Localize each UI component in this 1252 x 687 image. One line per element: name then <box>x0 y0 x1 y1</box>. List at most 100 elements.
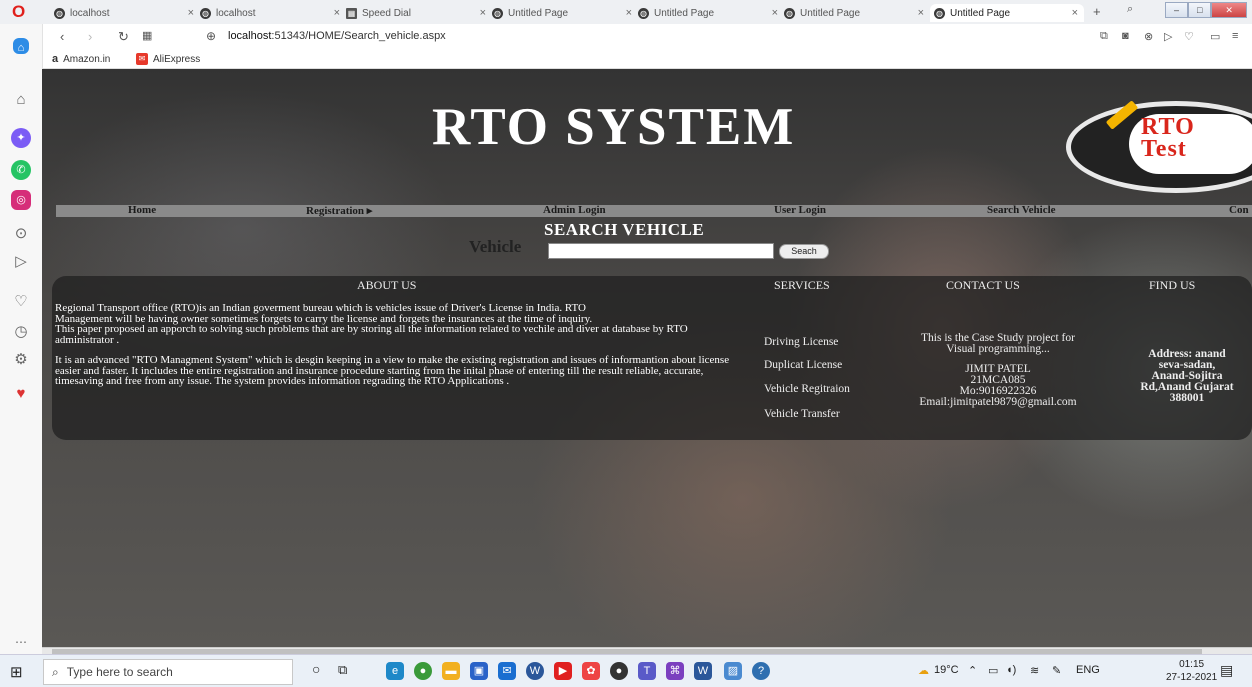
github-icon[interactable]: ● <box>610 662 628 680</box>
close-window-icon[interactable]: ✕ <box>1211 2 1247 18</box>
home-icon[interactable]: ⌂ <box>11 90 31 110</box>
chevron-up-icon[interactable]: ⌃ <box>968 664 977 677</box>
browser-tab[interactable]: ◍ Untitled Page × <box>638 4 778 22</box>
pencil-icon <box>1105 100 1139 130</box>
close-tab-icon[interactable]: × <box>480 7 486 19</box>
address-bar: ‹ › ↻ ▦ ⊕ localhost:51343/HOME/Search_ve… <box>42 24 1252 50</box>
close-tab-icon[interactable]: × <box>1072 7 1078 19</box>
forward-icon[interactable]: › <box>88 29 92 44</box>
store-icon[interactable]: ▣ <box>470 662 488 680</box>
globe-icon: ◍ <box>934 7 945 19</box>
snapshot-icon[interactable]: ⧉ <box>1100 30 1108 43</box>
browser-tab[interactable]: ◍ localhost × <box>54 4 194 22</box>
about-heading: ABOUT US <box>357 278 417 292</box>
opera-logo-icon[interactable]: O <box>12 3 28 20</box>
service-link[interactable]: Duplicat License <box>764 359 842 371</box>
rto-logo: RTO Test <box>1066 100 1252 193</box>
menu-item-user-login[interactable]: User Login <box>774 204 826 216</box>
about-paragraph: This paper proposed an apporch to solvin… <box>55 323 688 346</box>
messenger-icon[interactable]: ✦ <box>11 128 31 148</box>
close-tab-icon[interactable]: × <box>918 7 924 19</box>
bookmark-aliexpress[interactable]: ✉ AliExpress <box>136 53 200 65</box>
flow-icon[interactable]: ▷ <box>1164 30 1172 43</box>
menu-item-registration[interactable]: Registration ▸ <box>306 204 372 217</box>
logo-text: RTO Test <box>1141 114 1195 162</box>
contact-heading: CONTACT US <box>946 278 1020 292</box>
taskbar-search[interactable]: ⌕ Type here to search <box>43 659 293 685</box>
block-icon[interactable]: ⊗ <box>1144 30 1153 43</box>
mail-icon[interactable]: ✉ <box>498 662 516 680</box>
edge-icon[interactable]: e <box>386 662 404 680</box>
volume-icon[interactable]: ◖) <box>1006 664 1016 676</box>
whatsapp-icon[interactable]: ✆ <box>11 160 31 180</box>
reload-icon[interactable]: ↻ <box>118 29 129 45</box>
service-link[interactable]: Vehicle Regitraion <box>764 383 850 395</box>
file-explorer-icon[interactable]: ▬ <box>442 662 460 680</box>
cortana-icon[interactable]: ○ <box>312 661 320 677</box>
windows-start-icon[interactable]: ⊞ <box>10 663 23 681</box>
youtube-icon[interactable]: ▶ <box>554 662 572 680</box>
close-tab-icon[interactable]: × <box>334 7 340 19</box>
vehicle-input[interactable] <box>548 243 774 259</box>
visual-studio-icon[interactable]: ⌘ <box>666 662 684 680</box>
camera-icon[interactable]: ◙ <box>1122 30 1129 42</box>
pen-icon[interactable]: ✎ <box>1052 664 1061 677</box>
search-tabs-icon[interactable]: ⌕ <box>1127 3 1133 16</box>
pinwheel-icon[interactable]: ✿ <box>582 662 600 680</box>
heart-sidebar-icon[interactable]: ♡ <box>11 292 31 312</box>
menu-icon[interactable]: ≡ <box>1232 30 1238 42</box>
browser-tab[interactable]: ◍ Untitled Page × <box>492 4 632 22</box>
new-tab-icon[interactable]: + <box>1093 4 1101 19</box>
tabs-grid-icon[interactable]: ▦ <box>142 29 152 42</box>
service-link[interactable]: Driving License <box>764 336 838 348</box>
browser-tab[interactable]: ▦ Speed Dial × <box>346 4 486 22</box>
back-icon[interactable]: ‹ <box>60 29 64 44</box>
wifi-icon[interactable]: ≋ <box>1030 664 1039 677</box>
language-indicator[interactable]: ENG <box>1076 664 1100 676</box>
menu-item-admin-login[interactable]: Admin Login <box>543 204 606 216</box>
help-icon[interactable]: ? <box>752 662 770 680</box>
about-paragraph: Regional Transport office (RTO)is an Ind… <box>55 302 586 314</box>
url-field[interactable]: localhost:51343/HOME/Search_vehicle.aspx <box>228 30 446 42</box>
heart-icon[interactable]: ♡ <box>1184 30 1194 43</box>
extensions-icon[interactable]: ⚙ <box>11 350 31 370</box>
bookmark-amazon[interactable]: a Amazon.in <box>52 53 110 65</box>
history-icon[interactable]: ◷ <box>11 322 31 342</box>
word-icon[interactable]: W <box>694 662 712 680</box>
service-link[interactable]: Vehicle Transfer <box>764 408 840 420</box>
browser-tab[interactable]: ◍ localhost × <box>200 4 340 22</box>
site-info-icon[interactable]: ⊕ <box>206 29 216 43</box>
search-button[interactable]: Seach <box>779 244 829 259</box>
instagram-icon[interactable]: ◎ <box>11 190 31 210</box>
battery-icon[interactable]: ▭ <box>1210 30 1220 43</box>
close-tab-icon[interactable]: × <box>772 7 778 19</box>
teams-icon[interactable]: T <box>638 662 656 680</box>
maximize-icon[interactable]: □ <box>1188 2 1212 18</box>
minimize-icon[interactable]: – <box>1165 2 1189 18</box>
windows-taskbar: ⊞ ⌕ Type here to search ○ ⧉ e ● ▬ ▣ ✉ W ▶… <box>0 654 1252 687</box>
notifications-icon[interactable]: ▤ <box>1220 662 1233 679</box>
browser-tab-active[interactable]: ◍ Untitled Page × <box>930 4 1084 22</box>
menu-item-home[interactable]: Home <box>128 204 156 216</box>
about-text: Regional Transport office (RTO)is an Ind… <box>55 303 745 387</box>
close-tab-icon[interactable]: × <box>626 7 632 19</box>
speed-dial-sidebar-icon[interactable]: ⌂ <box>13 38 29 54</box>
player-icon[interactable]: ⊙ <box>11 224 31 244</box>
more-icon[interactable]: ⋯ <box>11 632 31 652</box>
app-icon[interactable]: ▨ <box>724 662 742 680</box>
contact-email[interactable]: Email:jimitpatel9879@gmail.com <box>888 396 1108 408</box>
search-vehicle-heading: SEARCH VEHICLE <box>544 220 705 239</box>
browser-tab[interactable]: ◍ Untitled Page × <box>784 4 924 22</box>
send-icon[interactable]: ▷ <box>11 252 31 272</box>
close-tab-icon[interactable]: × <box>188 7 194 19</box>
pin-icon[interactable]: ♥ <box>11 384 31 404</box>
menu-item-search-vehicle[interactable]: Search Vehicle <box>987 204 1056 216</box>
clock[interactable]: 01:15 27-12-2021 <box>1166 658 1217 684</box>
menu-item-contact[interactable]: Con <box>1229 204 1249 216</box>
task-view-icon[interactable]: ⧉ <box>338 662 347 678</box>
weather-icon[interactable]: ☁ <box>918 664 929 677</box>
chrome-icon[interactable]: ● <box>414 662 432 680</box>
battery-tray-icon[interactable]: ▭ <box>988 664 998 677</box>
temperature[interactable]: 19°C <box>934 664 959 676</box>
word-app-icon[interactable]: W <box>526 662 544 680</box>
